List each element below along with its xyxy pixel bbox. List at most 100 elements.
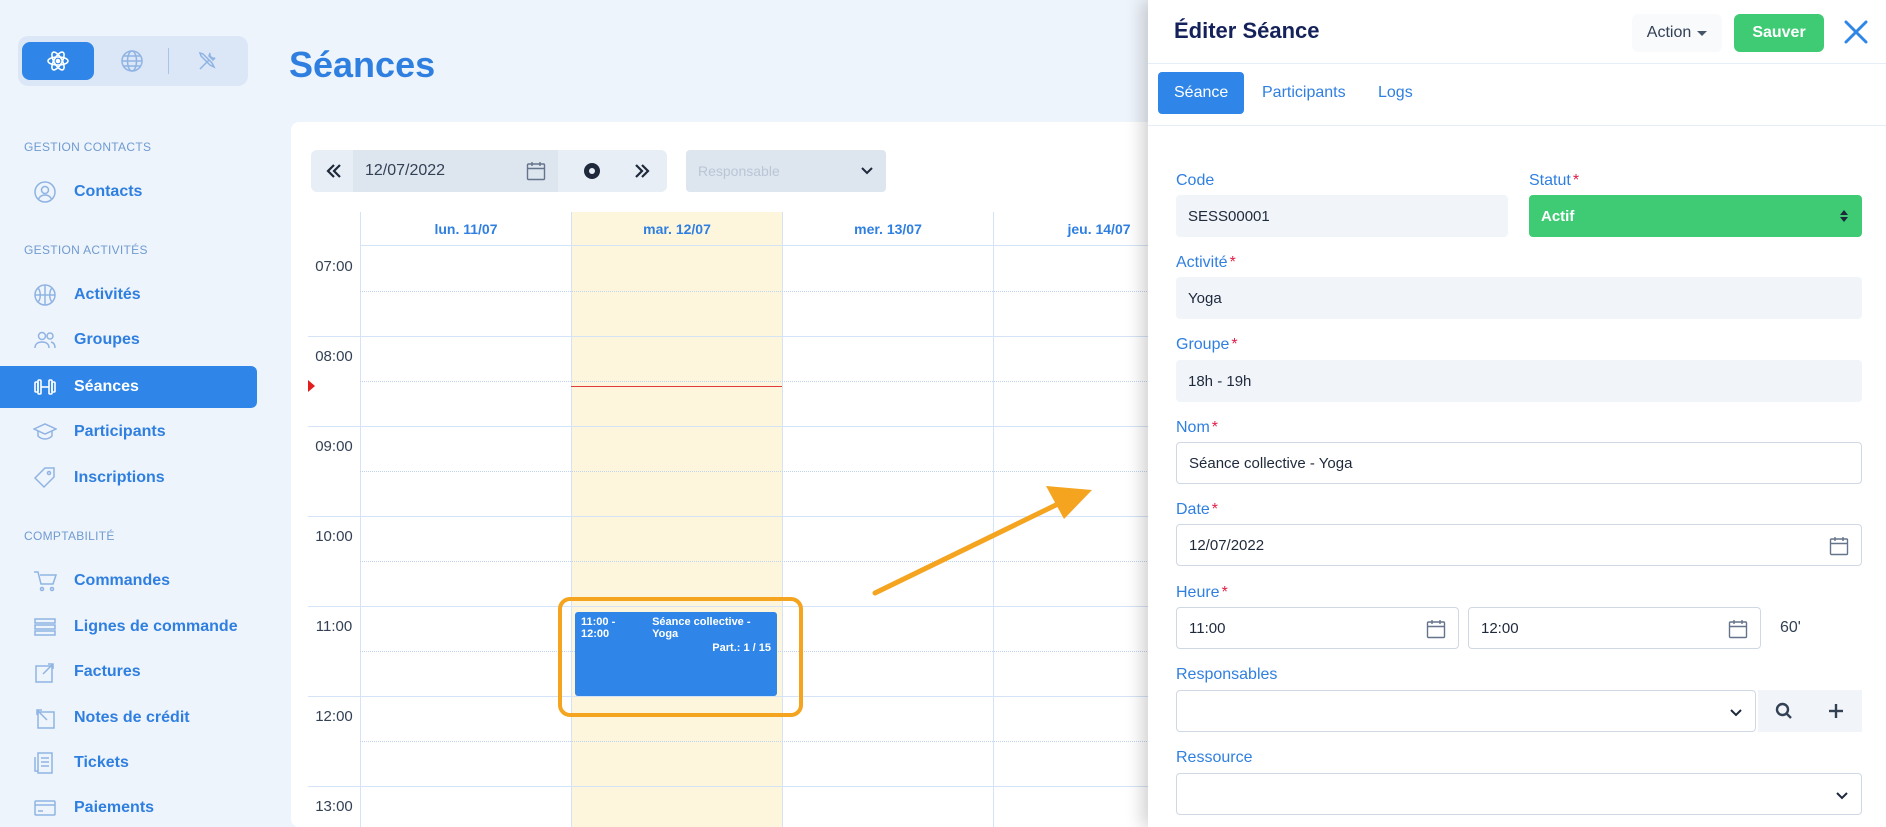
half-hour-line: [360, 471, 1191, 472]
calendar-icon[interactable]: [1426, 619, 1446, 639]
add-responsable-button[interactable]: [1810, 690, 1862, 732]
hour-line: [308, 426, 1191, 427]
day-header: lun. 11/07: [361, 212, 571, 246]
graduation-cap-icon: [32, 419, 58, 445]
close-button[interactable]: [1840, 16, 1872, 48]
hour-label: 10:00: [315, 528, 353, 545]
sidebar-item-groupes[interactable]: Groupes: [0, 319, 257, 361]
current-time-line: [571, 386, 782, 387]
tab-participants[interactable]: Participants: [1246, 72, 1362, 114]
panel-title: Éditer Séance: [1174, 18, 1320, 43]
sidebar-item-label: Activités: [74, 286, 141, 303]
date-input[interactable]: 12/07/2022: [1176, 524, 1862, 566]
date-value: 12/07/2022: [1189, 536, 1265, 554]
heure-end-value: 12:00: [1481, 619, 1519, 637]
statut-label: Statut *: [1529, 172, 1580, 189]
chevron-down-icon: [1730, 709, 1742, 717]
users-icon: [32, 327, 58, 353]
caret-down-icon: [1697, 30, 1708, 36]
sidebar-item-factures[interactable]: Factures: [0, 651, 257, 693]
search-responsable-button[interactable]: [1758, 690, 1810, 732]
calendar-date-value: 12/07/2022: [365, 162, 446, 179]
calendar-date-input[interactable]: 12/07/2022: [353, 150, 558, 192]
heure-start-input[interactable]: 11:00: [1176, 607, 1459, 649]
day-column[interactable]: mer. 13/07: [782, 212, 993, 827]
responsable-filter-select[interactable]: Responsable: [686, 150, 886, 192]
statut-select[interactable]: Actif: [1529, 195, 1862, 237]
sidebar-item-label: Séances: [74, 378, 139, 395]
tools-mode-button[interactable]: [172, 42, 244, 80]
panel-header: Éditer Séance Action Sauver: [1148, 0, 1886, 64]
atom-icon: [47, 51, 69, 71]
action-dropdown-button[interactable]: Action: [1632, 14, 1722, 52]
tab-seance[interactable]: Séance: [1158, 72, 1245, 114]
tools-icon: [198, 51, 216, 70]
double-chevron-right-icon: [635, 164, 650, 178]
double-chevron-left-icon: [326, 164, 341, 178]
nom-input[interactable]: Séance collective - Yoga: [1176, 442, 1862, 484]
heure-end-input[interactable]: 12:00: [1468, 607, 1761, 649]
activite-field: Yoga: [1176, 277, 1862, 319]
ressource-label: Ressource: [1176, 749, 1253, 766]
hour-line: [308, 336, 1191, 337]
today-button[interactable]: [569, 150, 615, 192]
ressource-select[interactable]: [1176, 773, 1862, 815]
credit-note-icon: [32, 705, 58, 731]
sidebar-item-inscriptions[interactable]: Inscriptions: [0, 457, 257, 499]
nom-label: Nom *: [1176, 419, 1219, 436]
day-column[interactable]: lun. 11/07: [360, 212, 571, 827]
mode-separator: [168, 48, 169, 74]
chevron-down-icon: [1836, 792, 1848, 800]
chevron-down-icon: [861, 167, 873, 175]
sidebar-item-label: Contacts: [74, 183, 143, 200]
tab-logs[interactable]: Logs: [1362, 72, 1429, 114]
action-label: Action: [1646, 24, 1692, 41]
day-header: mer. 13/07: [783, 212, 993, 246]
search-icon: [1775, 702, 1792, 719]
sidebar-item-label: Participants: [74, 423, 166, 440]
calendar-icon[interactable]: [526, 161, 546, 181]
invoice-icon: [32, 659, 58, 685]
hour-label: 09:00: [315, 438, 353, 455]
sidebar-item-label: Paiements: [74, 799, 155, 816]
sidebar-item-label: Notes de crédit: [74, 709, 190, 726]
basketball-icon: [32, 282, 58, 308]
edit-panel: Éditer Séance Action Sauver Séance Parti…: [1148, 0, 1886, 827]
cart-icon: [32, 568, 58, 594]
user-circle-icon: [32, 179, 58, 205]
tag-icon: [32, 465, 58, 491]
sidebar-item-notes-credit[interactable]: Notes de crédit: [0, 697, 257, 739]
previous-week-button[interactable]: [311, 150, 357, 192]
save-button[interactable]: Sauver: [1734, 14, 1824, 52]
list-lines-icon: [32, 614, 58, 640]
sidebar-item-seances[interactable]: Séances: [0, 366, 257, 408]
dumbbell-icon: [32, 374, 58, 400]
atom-mode-button[interactable]: [22, 42, 94, 80]
globe-mode-button[interactable]: [96, 42, 168, 80]
ticket-icon: [32, 750, 58, 776]
date-label: Date *: [1176, 501, 1219, 518]
responsables-select[interactable]: [1176, 690, 1756, 732]
sidebar-item-tickets[interactable]: Tickets: [0, 742, 257, 784]
calendar-icon[interactable]: [1728, 619, 1748, 639]
sidebar-item-label: Commandes: [74, 572, 171, 589]
sidebar-item-label: Groupes: [74, 331, 140, 348]
heure-label: Heure *: [1176, 584, 1228, 601]
sidebar-item-participants[interactable]: Participants: [0, 411, 257, 453]
highlight-box: [558, 597, 803, 717]
sidebar-item-paiements[interactable]: Paiements: [0, 787, 257, 827]
sidebar-item-activites[interactable]: Activités: [0, 274, 257, 316]
code-field: SESS00001: [1176, 195, 1508, 237]
next-week-button[interactable]: [619, 150, 665, 192]
close-icon: [1844, 20, 1868, 44]
responsable-placeholder: Responsable: [698, 163, 780, 179]
week-grid: lun. 11/07 mar. 12/07 mer. 13/07 jeu. 14…: [308, 212, 1191, 827]
sidebar-item-contacts[interactable]: Contacts: [0, 171, 257, 213]
section-title-comptabilite: COMPTABILITÉ: [24, 529, 115, 543]
calendar-icon[interactable]: [1829, 536, 1849, 556]
hour-label: 13:00: [315, 798, 353, 815]
half-hour-line: [360, 291, 1191, 292]
sidebar-item-commandes[interactable]: Commandes: [0, 560, 257, 602]
day-column-today[interactable]: mar. 12/07: [571, 212, 782, 827]
sidebar-item-lignes-commande[interactable]: Lignes de commande: [0, 606, 257, 648]
